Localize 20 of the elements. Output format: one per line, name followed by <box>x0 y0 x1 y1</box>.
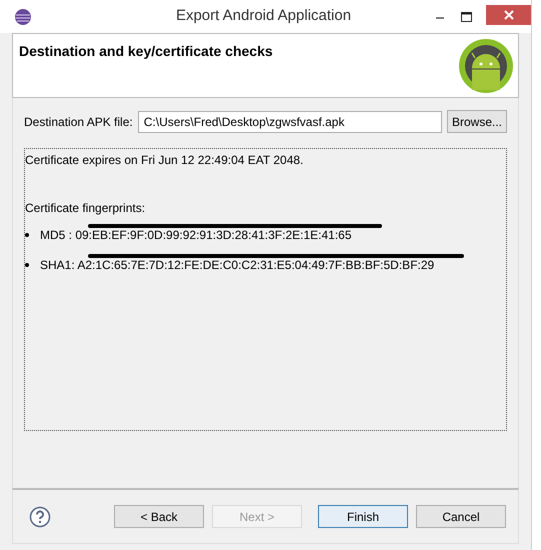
window-title: Export Android Application <box>174 6 352 26</box>
maximize-icon[interactable] <box>461 12 472 22</box>
page-title: Destination and key/certificate checks <box>19 42 273 61</box>
help-icon[interactable] <box>29 506 51 528</box>
close-icon <box>504 10 514 20</box>
close-button[interactable] <box>486 5 531 25</box>
fingerprints-title: Certificate fingerprints: <box>25 200 146 217</box>
bullet-icon <box>25 263 29 267</box>
app-icon <box>14 8 32 26</box>
fingerprint-text: MD5 : 09:EB:EF:9F:0D:99:92:91:3D:28:41:3F:2E:1E:41:65 <box>40 228 352 242</box>
wizard-button[interactable]: Cancel <box>416 505 506 528</box>
android-logo-icon <box>458 38 514 94</box>
bullet-icon <box>25 233 29 237</box>
destination-field[interactable]: C:\Users\Fred\Desktop\zgwsfvasf.apk <box>138 110 442 132</box>
wizard-button[interactable]: < Back <box>114 505 204 528</box>
expiry-text: Certificate expires on Fri Jun 12 22:49:04 EAT 2048. <box>25 152 304 169</box>
wizard-button[interactable]: Finish <box>318 505 408 528</box>
fingerprint-text: SHA1: A2:1C:65:7E:7D:12:FE:DE:C0:C2:31:E5:04:49:7F:BB:BF:5D:BF:29 <box>40 258 434 272</box>
destination-label: Destination APK file: <box>24 114 133 130</box>
browse-button[interactable]: Browse... <box>446 110 507 133</box>
